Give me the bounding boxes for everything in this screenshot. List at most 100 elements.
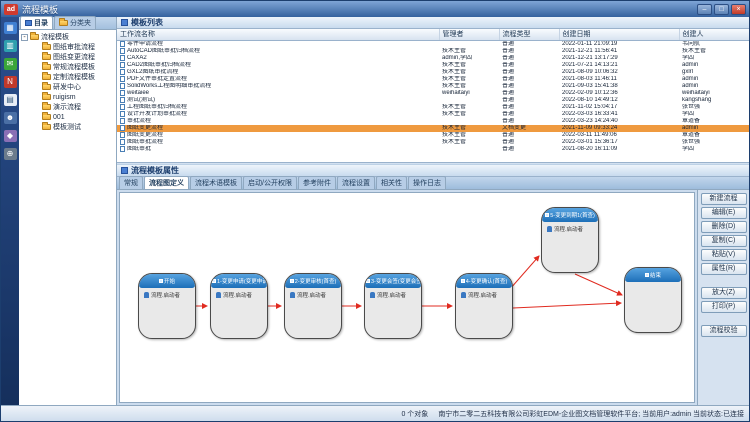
- minimize-button[interactable]: –: [697, 4, 712, 15]
- settings-icon[interactable]: ⊕: [4, 148, 17, 160]
- actor-icon: [290, 292, 295, 298]
- tree-item-demo-flow[interactable]: 演示流程: [21, 102, 114, 112]
- actor-icon: [547, 226, 552, 232]
- maximize-button[interactable]: □: [714, 4, 729, 15]
- expand-toggle-icon[interactable]: [33, 54, 40, 61]
- mail-icon[interactable]: ✉: [4, 58, 17, 70]
- workflow-creator: 李四: [679, 146, 749, 153]
- table-row[interactable]: GXL2图纸审批流程 技术主管 普通 2021-08-09 10:06:32 g…: [117, 69, 749, 76]
- expand-toggle-icon[interactable]: [33, 74, 40, 81]
- flow-node-end[interactable]: 结束: [624, 267, 682, 333]
- tab-flow-definition[interactable]: 流程图定义: [144, 176, 189, 189]
- document-icon[interactable]: ▤: [4, 94, 17, 106]
- workflow-type: 普通: [499, 55, 559, 62]
- table-row[interactable]: weitaiee weihaitaiyi 普通 2022-02-09 10:12…: [117, 90, 749, 97]
- tab-start-permission[interactable]: 启动/公开权限: [243, 176, 297, 189]
- table-row[interactable]: CAXA2 admin,李四 普通 2021-12-21 13:17:29 李四: [117, 55, 749, 62]
- paste-button[interactable]: 粘贴(V): [701, 249, 747, 261]
- tab-term-template[interactable]: 流程术语模板: [190, 176, 242, 189]
- workflow-doc-icon: [120, 76, 125, 82]
- table-row[interactable]: SolidWorks工程图明细审批流程 技术主管 普通 2021-09-03 1…: [117, 83, 749, 90]
- workflow-date: 2022-01-11 21:09:19: [559, 40, 679, 48]
- workflow-creator: admin: [679, 125, 749, 132]
- table-row[interactable]: 零件申请流程 普通 2022-01-11 21:09:19 韦向航: [117, 40, 749, 48]
- flow-node-start[interactable]: 开始 流程.启动者: [138, 273, 196, 339]
- expand-toggle-icon[interactable]: [33, 44, 40, 51]
- workflow-manager: [439, 97, 499, 104]
- column-header[interactable]: 流程类型: [499, 29, 559, 40]
- tab-flow-settings[interactable]: 流程设置: [337, 176, 375, 189]
- flow-node-change-request[interactable]: 1-变更申请(变更申请) 流程.启动者: [210, 273, 268, 339]
- tab-category-folder[interactable]: 分类夹: [54, 16, 96, 29]
- expand-toggle-icon[interactable]: [33, 94, 40, 101]
- column-header[interactable]: 创建日期: [559, 29, 679, 40]
- flow-node-change-confirm[interactable]: 4-变更确认(首查) 流程.启动者: [455, 273, 513, 339]
- workflow-manager: 技术主管: [439, 69, 499, 76]
- news-icon[interactable]: N: [4, 76, 17, 88]
- table-row[interactable]: 图纸变更流程 技术主管 文档变更 2021-11-09 09:33:24 adm…: [117, 125, 749, 132]
- node-title: 开始: [164, 277, 175, 285]
- flow-node-change-countersign[interactable]: 3-变更会签(变更会签) 流程.启动者: [364, 273, 422, 339]
- favorites-icon[interactable]: ◆: [4, 130, 17, 142]
- workflow-type: 普通: [499, 132, 559, 139]
- new-flow-button[interactable]: 新建流程: [701, 193, 747, 205]
- tree-item-ruigism[interactable]: ruigism: [21, 92, 114, 102]
- workflow-type: 普通: [499, 48, 559, 55]
- column-header[interactable]: 创建人: [679, 29, 749, 40]
- validate-flow-button[interactable]: 流程校验: [701, 325, 747, 337]
- tab-ref-attachment[interactable]: 参考附件: [298, 176, 336, 189]
- print-button[interactable]: 打印(P): [701, 301, 747, 313]
- workflow-doc-icon: [120, 104, 125, 110]
- node-subtitle: 流程.启动者: [223, 291, 252, 299]
- expand-toggle-icon[interactable]: [33, 64, 40, 71]
- table-row[interactable]: PDF文件审批定置流程 技术主管 普通 2021-08-03 11:46:11 …: [117, 76, 749, 83]
- workflow-type: 普通: [499, 139, 559, 146]
- column-header[interactable]: 工作流名称: [117, 29, 439, 40]
- tree-item-drawing-approval[interactable]: 图纸审批流程: [21, 42, 114, 52]
- copy-button[interactable]: 复制(C): [701, 235, 747, 247]
- table-row[interactable]: 工程图纸审批归档流程 技术主管 普通 2021-11-02 15:04:17 张…: [117, 104, 749, 111]
- tree-item-common-template[interactable]: 常规流程模板: [21, 62, 114, 72]
- workflow-doc-icon: [120, 62, 125, 68]
- delete-button[interactable]: 删除(D): [701, 221, 747, 233]
- expand-toggle-icon[interactable]: [33, 124, 40, 131]
- properties-panel-title: 流程模板属性: [131, 165, 179, 176]
- tree-item-rd-center[interactable]: 研发中心: [21, 82, 114, 92]
- expand-toggle-icon[interactable]: -: [21, 34, 28, 41]
- expand-toggle-icon[interactable]: [33, 84, 40, 91]
- table-row[interactable]: CAD2图纸审批归档流程 技术主管 普通 2021-07-21 14:13:21…: [117, 62, 749, 69]
- tree-item-drawing-change[interactable]: 图纸变更流程: [21, 52, 114, 62]
- tree-item-001[interactable]: 001: [21, 112, 114, 122]
- table-row[interactable]: 审批流程 普通 2022-03-23 14:24:40 覃道备: [117, 118, 749, 125]
- expand-toggle-icon[interactable]: [33, 104, 40, 111]
- close-button[interactable]: ×: [731, 4, 746, 15]
- tree-item-custom-template[interactable]: 定制流程模板: [21, 72, 114, 82]
- node-title: 4-变更确认(首查): [466, 277, 508, 285]
- expand-toggle-icon[interactable]: [33, 114, 40, 121]
- edit-button[interactable]: 编辑(E): [701, 207, 747, 219]
- tree-item-template-test[interactable]: 模板测试: [21, 122, 114, 132]
- tab-operation-log[interactable]: 操作日志: [408, 176, 446, 189]
- tab-catalog[interactable]: 目录: [20, 16, 53, 29]
- table-row[interactable]: 图纸审批流程 技术主管 普通 2022-03-01 15:36:17 张世强: [117, 139, 749, 146]
- column-header[interactable]: 管理者: [439, 29, 499, 40]
- tab-general[interactable]: 常规: [119, 176, 143, 189]
- table-row[interactable]: 图纸变更流程 技术主管 普通 2022-03-11 11:49:06 覃道备: [117, 132, 749, 139]
- tab-relevance[interactable]: 相关性: [376, 176, 407, 189]
- modules-icon[interactable]: ▦: [4, 22, 17, 34]
- table-row[interactable]: 测试(测试) 普通 2022-08-10 14:49:12 kangshang: [117, 97, 749, 104]
- template-list-panel: 模板列表 工作流名称 管理者: [117, 17, 749, 162]
- workflow-date: 2021-12-21 11:56:41: [559, 48, 679, 55]
- zoom-button[interactable]: 放大(Z): [701, 287, 747, 299]
- properties-button[interactable]: 属性(R): [701, 263, 747, 275]
- table-row[interactable]: 图纸审批 普通 2021-08-20 16:11:09 李四: [117, 146, 749, 153]
- flow-node-change-due[interactable]: 5-变更到期1(首查) 流程.启动者: [541, 207, 599, 273]
- chart-icon[interactable]: ▥: [4, 40, 17, 52]
- flow-node-change-review[interactable]: 2-变更审核(首查) 流程.启动者: [284, 273, 342, 339]
- tree-item-process-templates[interactable]: - 流程模板: [21, 32, 114, 42]
- workflow-date: 2021-08-20 16:11:09: [559, 146, 679, 153]
- table-row[interactable]: AutoCAD图纸审批归档流程 技术主管 普通 2021-12-21 11:56…: [117, 48, 749, 55]
- table-row[interactable]: 设计开发计划审批流程 技术主管 普通 2022-03-03 16:33:41 李…: [117, 111, 749, 118]
- users-icon[interactable]: ☻: [4, 112, 17, 124]
- folder-icon: [42, 44, 51, 50]
